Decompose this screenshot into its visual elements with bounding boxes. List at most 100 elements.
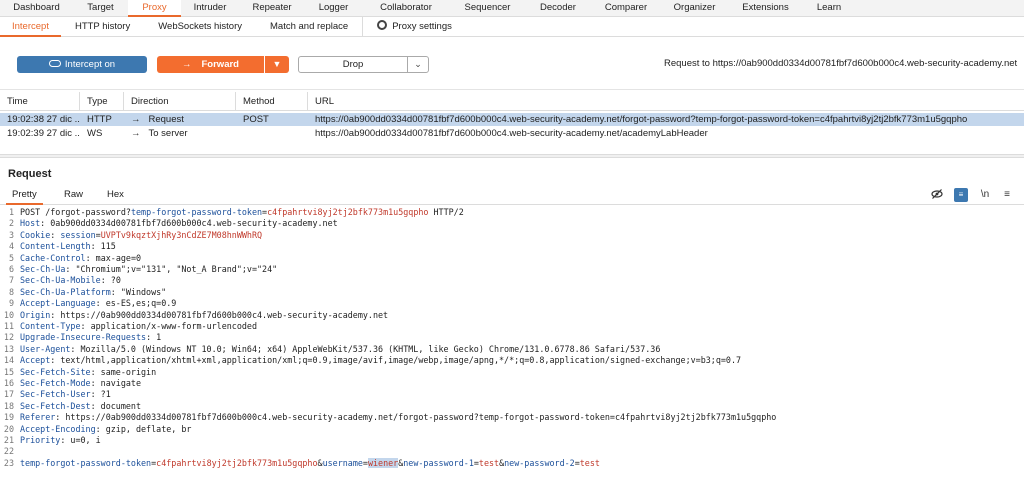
subtab-match-and-replace[interactable]: Match and replace [256, 17, 362, 37]
code-token: c4fpahrtvi8yj2tj2bfk773m1u5gqpho [267, 207, 429, 217]
line-number: 11 [3, 321, 14, 331]
line-number: 10 [3, 309, 14, 320]
cell-method: POST [243, 114, 269, 125]
code-line: 20 Accept-Encoding: gzip, deflate, br [0, 424, 1024, 435]
subtab-websockets-history[interactable]: WebSockets history [144, 17, 256, 37]
forward-options-button[interactable]: ▼ [265, 56, 289, 73]
code-line: 21 Priority: u=0, i [0, 435, 1024, 446]
tab-learn[interactable]: Learn [803, 0, 855, 17]
code-line: 18 Sec-Fetch-Dest: document [0, 401, 1024, 412]
code-token: new-password-1 [403, 457, 474, 468]
code-line: 14 Accept: text/html,application/xhtml+xm… [0, 355, 1024, 366]
tab-extensions[interactable]: Extensions [728, 0, 803, 17]
code-token: Upgrade-Insecure-Requests [20, 332, 147, 343]
newline-toggle[interactable]: \n [978, 188, 992, 202]
proxy-settings-button[interactable]: Proxy settings [362, 17, 466, 37]
code-token: : ?0 [100, 275, 121, 286]
forward-button[interactable]: → Forward [157, 56, 264, 73]
code-token: : https://0ab900dd0334d00781fbf7d600b000… [50, 309, 389, 320]
column-header-direction[interactable]: Direction [124, 92, 236, 111]
code-token: Sec-Fetch-Mode [20, 378, 91, 388]
code-line: 22 [0, 446, 1024, 457]
subtab-intercept[interactable]: Intercept [0, 17, 61, 37]
line-content: Origin: https://0ab900dd0334d00781fbf7d6… [20, 310, 388, 321]
cell-type: WS [87, 128, 103, 139]
line-number: 20 [3, 423, 14, 434]
code-token: : navigate [90, 378, 142, 388]
tab-pretty[interactable]: Pretty [6, 185, 43, 205]
line-content: Sec-Ch-Ua: "Chromium";v="131", "Not_A Br… [20, 264, 277, 275]
line-number: 1 [8, 207, 14, 217]
code-token: Accept-Encoding [20, 423, 96, 434]
tab-intruder[interactable]: Intruder [181, 0, 239, 17]
code-token: Sec-Fetch-Site [20, 366, 91, 377]
code-token: : application/x-www-form-urlencoded [80, 321, 257, 331]
code-token: Sec-Ch-Ua-Platform [20, 286, 111, 297]
code-line: 7 Sec-Ch-Ua-Mobile: ?0 [0, 275, 1024, 286]
code-token: username [322, 457, 363, 468]
line-content: Content-Length: 115 [20, 241, 116, 252]
tab-organizer[interactable]: Organizer [661, 0, 728, 17]
code-token: : es-ES,es;q=0.9 [95, 298, 177, 309]
tab-collaborator[interactable]: Collaborator [362, 0, 450, 17]
table-row[interactable]: 19:02:39 27 dic ... WS → To server https:… [0, 127, 1024, 140]
drop-button[interactable]: Drop [298, 56, 408, 73]
line-number: 15 [3, 366, 14, 377]
code-token: Accept [20, 355, 51, 366]
line-number: 12 [3, 332, 14, 343]
code-line: 1 POST /forgot-password?temp-forgot-passw… [0, 207, 1024, 218]
tab-proxy[interactable]: Proxy [128, 0, 181, 17]
line-content: Sec-Fetch-Mode: navigate [20, 378, 141, 389]
column-header-url[interactable]: URL [308, 92, 1024, 111]
main-tab-bar: Dashboard Target Proxy Intruder Repeater… [0, 0, 1024, 17]
panel-splitter[interactable] [0, 154, 1024, 158]
code-line: 11 Content-Type: application/x-www-form-u… [0, 321, 1024, 332]
forward-label: Forward [201, 59, 239, 70]
line-content: Priority: u=0, i [20, 435, 101, 446]
column-header-type[interactable]: Type [80, 92, 124, 111]
subtab-http-history[interactable]: HTTP history [61, 17, 144, 37]
line-number: 22 [3, 446, 14, 457]
code-token: Cache-Control [20, 252, 86, 263]
line-number: 23 [3, 457, 14, 468]
line-content: Accept: text/html,application/xhtml+xml,… [20, 355, 741, 366]
tab-decoder[interactable]: Decoder [525, 0, 591, 17]
tab-comparer[interactable]: Comparer [591, 0, 661, 17]
line-number: 3 [8, 229, 14, 240]
drop-options-button[interactable]: ⌄ [407, 56, 429, 73]
line-number: 9 [8, 298, 14, 309]
line-content: Sec-Ch-Ua-Mobile: ?0 [20, 275, 121, 286]
table-row[interactable]: 19:02:38 27 dic ... HTTP → Request POST h… [0, 113, 1024, 126]
tab-raw[interactable]: Raw [58, 185, 89, 205]
code-token: test [579, 457, 600, 468]
code-token: Referer [20, 412, 56, 423]
column-header-method[interactable]: Method [236, 92, 308, 111]
tab-sequencer[interactable]: Sequencer [450, 0, 525, 17]
code-token: : same-origin [90, 366, 157, 377]
cell-direction: → Request [124, 113, 236, 126]
column-header-time[interactable]: Time [0, 92, 80, 111]
code-token: : document [90, 400, 142, 411]
code-line: 23 temp-forgot-password-token=c4fpahrtvi8… [0, 457, 1024, 469]
code-line: 13 User-Agent: Mozilla/5.0 (Windows NT 10… [0, 344, 1024, 355]
tab-target[interactable]: Target [73, 0, 128, 17]
tab-dashboard[interactable]: Dashboard [0, 0, 73, 17]
tab-hex[interactable]: Hex [101, 185, 130, 205]
line-number: 7 [8, 275, 14, 286]
code-token: : https://0ab900dd0334d00781fbf7d600b000… [55, 412, 777, 423]
wrap-icon[interactable]: ≡ [954, 188, 968, 202]
tab-logger[interactable]: Logger [305, 0, 362, 17]
line-content: Accept-Language: es-ES,es;q=0.9 [20, 298, 176, 309]
intercept-queue-table: Time Type Direction Method URL 19:02:38 … [0, 92, 1024, 154]
line-content: Content-Type: application/x-www-form-url… [20, 321, 257, 332]
intercept-toggle-button[interactable]: Intercept on [17, 56, 147, 73]
code-token: session [60, 229, 96, 240]
direction-text: Request [148, 114, 184, 125]
code-token: : Mozilla/5.0 (Windows NT 10.0; Win64; x… [70, 343, 661, 354]
eye-off-icon[interactable] [930, 188, 944, 202]
line-number: 17 [3, 389, 14, 400]
cell-url: https://0ab900dd0334d00781fbf7d600b000c4… [315, 114, 968, 125]
cell-direction: → To server [124, 127, 236, 140]
tab-repeater[interactable]: Repeater [239, 0, 305, 17]
menu-icon[interactable]: ≡ [1000, 188, 1014, 202]
